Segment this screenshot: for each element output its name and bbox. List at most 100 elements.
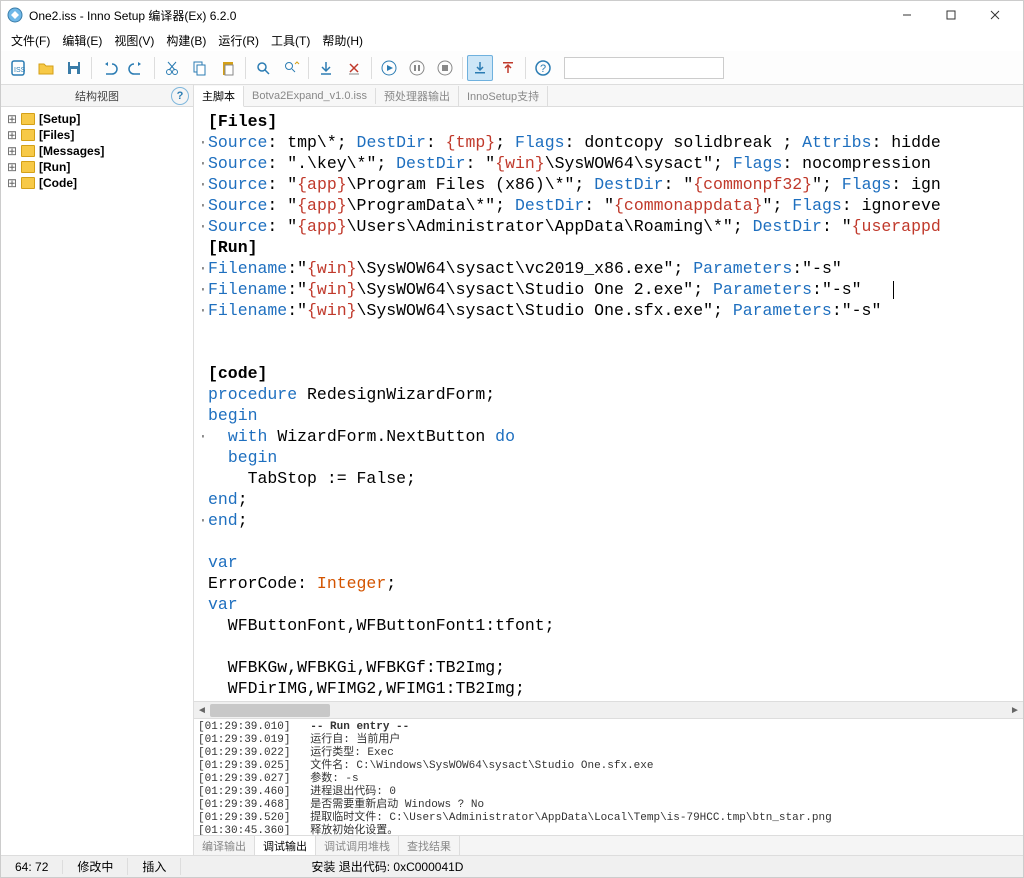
code-line[interactable]: ·Source: "{app}\Users\Administrator\AppD… — [198, 216, 1023, 237]
editor-tab[interactable]: Botva2Expand_v1.0.iss — [244, 88, 376, 104]
pause-button[interactable] — [404, 55, 430, 81]
scroll-thumb[interactable] — [210, 704, 330, 717]
tree-item-label: [Files] — [39, 128, 74, 142]
open-button[interactable] — [33, 55, 59, 81]
output-line: [01:29:39.019] 运行自: 当前用户 — [198, 734, 1019, 747]
run-button[interactable] — [376, 55, 402, 81]
folder-icon — [21, 129, 35, 141]
maximize-button[interactable] — [929, 1, 973, 29]
code-line[interactable]: begin — [198, 447, 1023, 468]
app-window: One2.iss - Inno Setup 编译器(Ex) 6.2.0 文件(F… — [0, 0, 1024, 878]
expand-icon[interactable]: ⊞ — [7, 160, 17, 174]
undo-button[interactable] — [96, 55, 122, 81]
code-line[interactable]: ·Source: tmp\*; DestDir: {tmp}; Flags: d… — [198, 132, 1023, 153]
editor-hscrollbar[interactable]: ◄ ► — [194, 701, 1023, 718]
code-line[interactable] — [198, 342, 1023, 363]
menu-edit[interactable]: 编辑(E) — [56, 30, 108, 51]
output-tab[interactable]: 调试调用堆栈 — [316, 836, 399, 856]
help-button[interactable]: ? — [530, 55, 556, 81]
expand-icon[interactable]: ⊞ — [7, 112, 17, 126]
output-tab[interactable]: 查找结果 — [399, 836, 460, 856]
code-line[interactable]: [Run] — [198, 237, 1023, 258]
menu-run[interactable]: 运行(R) — [212, 30, 265, 51]
menu-build[interactable]: 构建(B) — [160, 30, 212, 51]
code-line[interactable]: var — [198, 594, 1023, 615]
code-line[interactable]: TabStop := False; — [198, 468, 1023, 489]
tree-item[interactable]: ⊞ [Run] — [3, 159, 191, 175]
structure-tree[interactable]: ⊞[Setup]⊞[Files]⊞[Messages]⊞[Run]⊞[Code] — [1, 107, 193, 855]
code-line[interactable]: [Files] — [198, 111, 1023, 132]
code-line[interactable] — [198, 636, 1023, 657]
editor-tab[interactable]: InnoSetup支持 — [459, 86, 548, 106]
redo-button[interactable] — [124, 55, 150, 81]
close-button[interactable] — [973, 1, 1017, 29]
code-line[interactable]: WFDirIMG,WFIMG2,WFIMG1:TB2Img; — [198, 678, 1023, 699]
output-tab[interactable]: 编译输出 — [194, 836, 255, 856]
cut-button[interactable] — [159, 55, 185, 81]
output-panel[interactable]: [01:29:39.010] -- Run entry --[01:29:39.… — [194, 718, 1023, 835]
status-insert-mode: 插入 — [128, 858, 181, 875]
menu-help[interactable]: 帮助(H) — [316, 30, 369, 51]
scroll-right-icon[interactable]: ► — [1007, 702, 1023, 719]
step-over-button[interactable] — [495, 55, 521, 81]
new-file-button[interactable]: ISS — [5, 55, 31, 81]
code-line[interactable] — [198, 531, 1023, 552]
code-line[interactable]: ErrorCode: Integer; — [198, 573, 1023, 594]
tree-item[interactable]: ⊞[Code] — [3, 175, 191, 191]
title-bar[interactable]: One2.iss - Inno Setup 编译器(Ex) 6.2.0 — [1, 1, 1023, 29]
editor-tab[interactable]: 主脚本 — [194, 86, 244, 107]
stop-button[interactable] — [432, 55, 458, 81]
code-line[interactable] — [198, 321, 1023, 342]
code-line[interactable]: ·Filename:"{win}\SysWOW64\sysact\Studio … — [198, 300, 1023, 321]
code-line[interactable]: · with WizardForm.NextButton do — [198, 426, 1023, 447]
scroll-left-icon[interactable]: ◄ — [194, 702, 210, 719]
code-line[interactable]: procedure RedesignWizardForm; — [198, 384, 1023, 405]
code-line[interactable]: ·Source: "{app}\Program Files (x86)\*"; … — [198, 174, 1023, 195]
code-editor[interactable]: [Files]·Source: tmp\*; DestDir: {tmp}; F… — [194, 107, 1023, 701]
code-line[interactable]: end; — [198, 489, 1023, 510]
app-icon — [7, 7, 23, 23]
code-line[interactable]: begin — [198, 405, 1023, 426]
menu-file[interactable]: 文件(F) — [5, 30, 56, 51]
expand-icon[interactable]: ⊞ — [7, 176, 17, 190]
status-message: 安装 退出代码: 0xC000041D — [181, 858, 1023, 875]
output-tab[interactable]: 调试输出 — [255, 836, 316, 856]
code-line[interactable]: ·Filename:"{win}\SysWOW64\sysact\vc2019_… — [198, 258, 1023, 279]
tree-item[interactable]: ⊞ [Files] — [3, 127, 191, 143]
stop-compile-button[interactable] — [341, 55, 367, 81]
code-line[interactable]: ·end; — [198, 510, 1023, 531]
output-line: [01:30:45.360] 释放初始化设置。 — [198, 825, 1019, 835]
editor-tab[interactable]: 预处理器输出 — [376, 86, 459, 106]
code-line[interactable]: WFBKGw,WFBKGi,WFBKGf:TB2Img; — [198, 657, 1023, 678]
minimize-button[interactable] — [885, 1, 929, 29]
replace-button[interactable] — [278, 55, 304, 81]
sidebar-help-icon[interactable]: ? — [171, 87, 189, 105]
tree-item[interactable]: ⊞[Messages] — [3, 143, 191, 159]
code-line[interactable]: ·Source: "{app}\ProgramData\*"; DestDir:… — [198, 195, 1023, 216]
output-line: [01:29:39.022] 运行类型: Exec — [198, 747, 1019, 760]
tree-item-label: [Run] — [39, 160, 70, 174]
menu-view[interactable]: 视图(V) — [108, 30, 160, 51]
expand-icon[interactable]: ⊞ — [7, 144, 17, 158]
paste-button[interactable] — [215, 55, 241, 81]
save-button[interactable] — [61, 55, 87, 81]
menu-bar: 文件(F) 编辑(E) 视图(V) 构建(B) 运行(R) 工具(T) 帮助(H… — [1, 29, 1023, 51]
code-line[interactable]: var — [198, 552, 1023, 573]
tree-item[interactable]: ⊞[Setup] — [3, 111, 191, 127]
toolbar-search-input[interactable] — [564, 57, 724, 79]
code-line[interactable]: [code] — [198, 363, 1023, 384]
editor-tab-bar: 主脚本Botva2Expand_v1.0.iss预处理器输出InnoSetup支… — [194, 85, 1023, 107]
copy-button[interactable] — [187, 55, 213, 81]
code-line[interactable]: ·Filename:"{win}\SysWOW64\sysact\Studio … — [198, 279, 1023, 300]
find-button[interactable] — [250, 55, 276, 81]
status-cursor-pos: 64: 72 — [1, 860, 63, 874]
code-line[interactable]: ·Source: ".\key\*"; DestDir: "{win}\SysW… — [198, 153, 1023, 174]
folder-icon — [21, 145, 35, 157]
compile-button[interactable] — [313, 55, 339, 81]
sidebar-header: 结构视图 ? — [1, 85, 193, 107]
expand-icon[interactable]: ⊞ — [7, 128, 17, 142]
output-line: [01:29:39.010] -- Run entry -- — [198, 721, 1019, 734]
code-line[interactable]: WFButtonFont,WFButtonFont1:tfont; — [198, 615, 1023, 636]
menu-tools[interactable]: 工具(T) — [265, 30, 316, 51]
step-into-button[interactable] — [467, 55, 493, 81]
